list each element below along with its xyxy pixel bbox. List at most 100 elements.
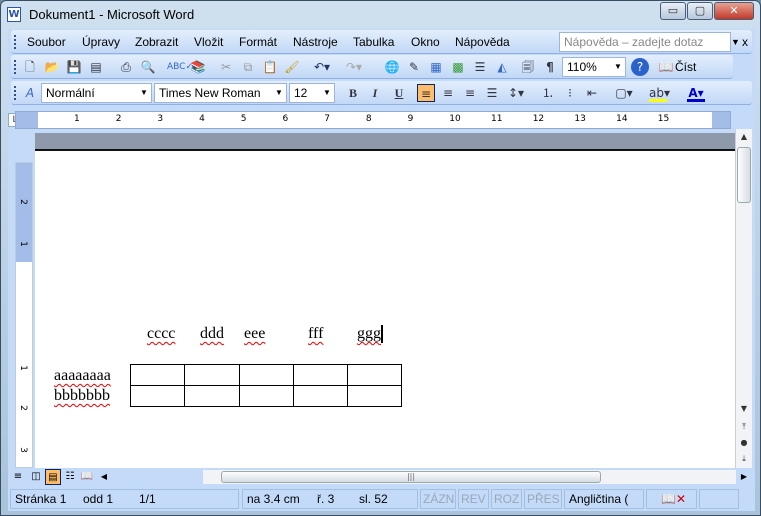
minimize-button[interactable]: ▭ bbox=[660, 2, 686, 20]
numbering-icon[interactable]: ⒈ bbox=[539, 84, 557, 102]
table-cell[interactable] bbox=[347, 385, 402, 407]
show-hide-icon[interactable]: ¶ bbox=[541, 58, 559, 76]
save-icon[interactable]: 💾 bbox=[65, 58, 83, 76]
horizontal-scrollbar[interactable]: ||| bbox=[203, 470, 736, 484]
italic-button[interactable]: I bbox=[366, 84, 384, 102]
table-cell[interactable] bbox=[130, 385, 185, 407]
tables-borders-icon[interactable]: ✎ bbox=[405, 58, 423, 76]
grip-icon[interactable] bbox=[14, 60, 16, 74]
menu-tabulka[interactable]: Tabulka bbox=[353, 35, 394, 49]
table-cell[interactable] bbox=[184, 385, 240, 407]
status-ovr[interactable]: PŘES bbox=[524, 489, 562, 509]
new-icon[interactable]: 🗋 bbox=[21, 58, 39, 76]
scroll-thumb[interactable] bbox=[737, 147, 751, 203]
font-select[interactable]: Times New Roman ▼ bbox=[154, 83, 287, 103]
grip-icon[interactable] bbox=[14, 86, 16, 100]
scroll-left-icon[interactable]: ◀ bbox=[96, 469, 112, 485]
close-document-button[interactable]: x bbox=[742, 35, 748, 49]
table-cell[interactable] bbox=[347, 364, 402, 386]
menu-okno[interactable]: Okno bbox=[411, 35, 440, 49]
decrease-indent-icon[interactable]: ⇤ bbox=[583, 84, 601, 102]
outline-view-icon[interactable]: ☷ bbox=[62, 469, 78, 485]
status-language[interactable]: Angličtina ( bbox=[564, 489, 644, 509]
scroll-up-icon[interactable]: ▲ bbox=[736, 129, 752, 145]
copy-icon[interactable]: ⧉ bbox=[239, 58, 257, 76]
menu-format[interactable]: Formát bbox=[239, 35, 277, 49]
document-map-icon[interactable]: 🗐 bbox=[519, 58, 537, 76]
insert-table-icon[interactable]: ▦ bbox=[427, 58, 445, 76]
styles-icon[interactable]: A bbox=[21, 84, 39, 102]
justify-icon[interactable]: ☰ bbox=[483, 84, 501, 102]
zoom-select[interactable]: 110% ▼ bbox=[562, 57, 626, 77]
border-icon[interactable]: ▢▾ bbox=[615, 84, 633, 102]
bold-button[interactable]: B bbox=[344, 84, 362, 102]
help-icon[interactable]: ? bbox=[631, 58, 649, 76]
table-cell[interactable] bbox=[293, 364, 348, 386]
permission-icon[interactable]: ▤ bbox=[87, 58, 105, 76]
table-cell[interactable] bbox=[293, 385, 348, 407]
status-trk[interactable]: REV bbox=[458, 489, 489, 509]
undo-icon[interactable]: ↶▾ bbox=[313, 58, 331, 76]
vertical-ruler[interactable]: 2 1 1 2 3 bbox=[15, 162, 33, 468]
chevron-down-icon: ▼ bbox=[140, 88, 148, 97]
redo-icon[interactable]: ↷▾ bbox=[345, 58, 363, 76]
align-center-icon[interactable]: ≡ bbox=[439, 84, 457, 102]
menu-upravy[interactable]: Úpravy bbox=[82, 35, 120, 49]
table-cell[interactable] bbox=[239, 364, 294, 386]
status-ext[interactable]: ROZ bbox=[491, 489, 522, 509]
browse-object-icon[interactable]: ● bbox=[736, 435, 752, 451]
menu-napoveda[interactable]: Nápověda bbox=[455, 35, 510, 49]
highlight-icon[interactable]: ab▾ bbox=[649, 84, 670, 102]
vertical-scrollbar[interactable]: ▲ ▼ ⤒ ● ⤓ bbox=[735, 129, 752, 468]
line-spacing-icon[interactable]: ↕▾ bbox=[507, 84, 525, 102]
print-preview-icon[interactable]: 🔍 bbox=[139, 58, 157, 76]
align-right-icon[interactable]: ≡ bbox=[461, 84, 479, 102]
web-view-icon[interactable]: ◫ bbox=[28, 469, 44, 485]
menu-zobrazit[interactable]: Zobrazit bbox=[135, 35, 178, 49]
next-page-icon[interactable]: ⤓ bbox=[736, 451, 752, 467]
normal-view-icon[interactable]: ≡ bbox=[10, 469, 26, 485]
columns-icon[interactable]: ☰ bbox=[471, 58, 489, 76]
grip-icon[interactable] bbox=[14, 35, 16, 49]
print-layout-icon[interactable]: ▤ bbox=[45, 469, 61, 485]
close-button[interactable]: ✕ bbox=[714, 2, 754, 20]
menu-nastroje[interactable]: Nástroje bbox=[293, 35, 338, 49]
research-icon[interactable]: 📚 bbox=[189, 58, 207, 76]
hyperlink-icon[interactable]: 🌐 bbox=[383, 58, 401, 76]
table-cell[interactable] bbox=[239, 385, 294, 407]
reading-layout-icon[interactable]: 📖 bbox=[79, 469, 95, 485]
menu-vlozit[interactable]: Vložit bbox=[194, 35, 223, 49]
menu-soubor[interactable]: Soubor bbox=[27, 35, 66, 49]
doc-word: ggg bbox=[357, 325, 383, 343]
read-button[interactable]: Číst bbox=[675, 60, 696, 74]
font-color-icon[interactable]: A▾ bbox=[687, 84, 705, 102]
format-painter-icon[interactable]: 🖌 bbox=[283, 58, 301, 76]
document-page[interactable]: cccc ddd eee fff ggg aaaaaaaa bbbbbbb bbox=[35, 133, 735, 468]
align-left-icon[interactable]: ≡ bbox=[417, 84, 435, 102]
document-table[interactable] bbox=[130, 364, 402, 407]
open-icon[interactable]: 📂 bbox=[43, 58, 61, 76]
style-select[interactable]: Normální ▼ bbox=[41, 83, 152, 103]
font-size-select[interactable]: 12 ▼ bbox=[289, 83, 335, 103]
table-cell[interactable] bbox=[184, 364, 240, 386]
scroll-thumb[interactable]: ||| bbox=[221, 471, 601, 483]
spelling-status-icon[interactable]: 📖✕ bbox=[646, 489, 697, 509]
drawing-icon[interactable]: ◭ bbox=[493, 58, 511, 76]
status-rec[interactable]: ZÁZN bbox=[420, 489, 456, 509]
maximize-button[interactable]: ▢ bbox=[687, 2, 713, 20]
cut-icon[interactable]: ✂ bbox=[217, 58, 235, 76]
help-dropdown-icon[interactable]: ▼ bbox=[731, 37, 740, 47]
print-icon[interactable]: ⎙ bbox=[117, 58, 135, 76]
insert-excel-icon[interactable]: ▩ bbox=[449, 58, 467, 76]
previous-page-icon[interactable]: ⤒ bbox=[736, 419, 752, 435]
table-cell[interactable] bbox=[130, 364, 185, 386]
underline-button[interactable]: U bbox=[390, 84, 408, 102]
help-search-input[interactable]: Nápověda – zadejte dotaz bbox=[559, 32, 731, 52]
paste-icon[interactable]: 📋 bbox=[261, 58, 279, 76]
ruler-number: 2 bbox=[17, 405, 28, 411]
bullets-icon[interactable]: ⁝ bbox=[561, 84, 579, 102]
spelling-icon[interactable]: ABC✓ bbox=[167, 58, 193, 76]
horizontal-ruler[interactable]: 1 2 3 4 5 6 7 8 9 10 11 12 13 14 15 bbox=[15, 111, 731, 129]
scroll-down-icon[interactable]: ▼ bbox=[736, 401, 752, 417]
scroll-right-icon[interactable]: ▶ bbox=[736, 469, 752, 485]
